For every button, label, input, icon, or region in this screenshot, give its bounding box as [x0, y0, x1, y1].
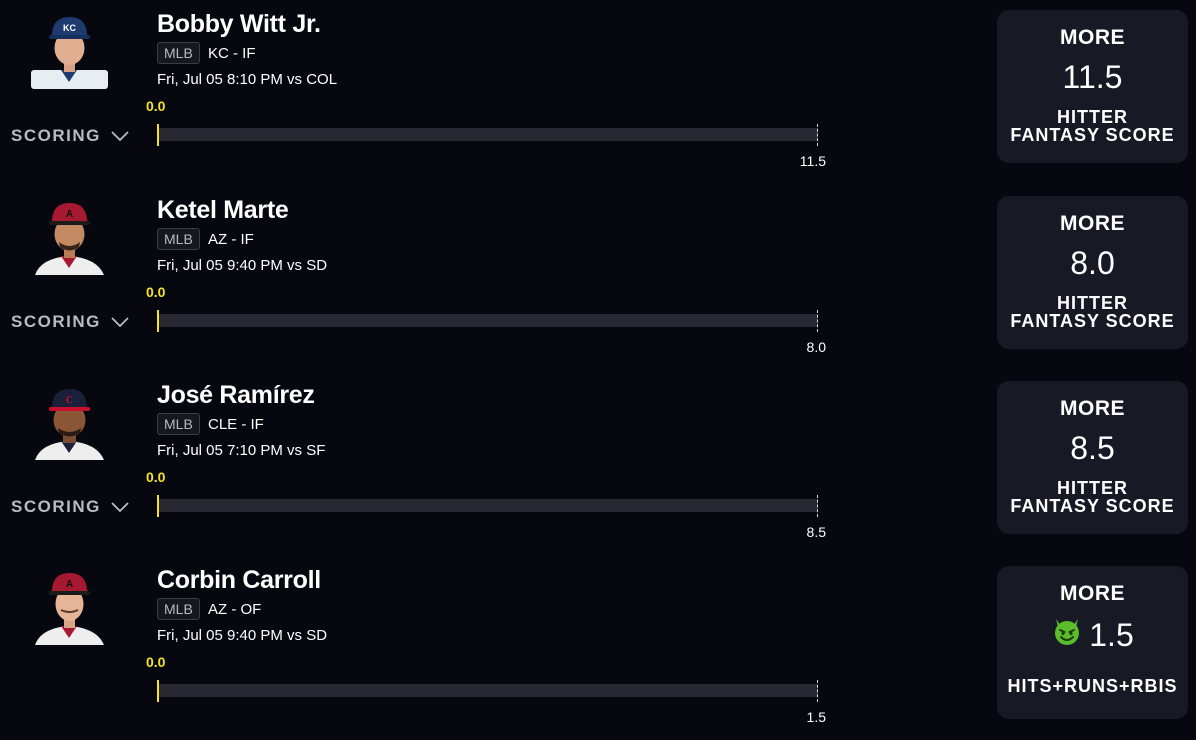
chevron-down-icon: [111, 498, 129, 518]
pick-line-wrap: 8.5: [997, 430, 1188, 467]
stat-line-2: FANTASY SCORE: [1010, 311, 1175, 331]
target-line-marker: [817, 310, 818, 332]
scoring-toggle[interactable]: SCORING: [11, 497, 129, 518]
team-position: AZ - IF: [208, 231, 254, 248]
current-score: 0.0: [146, 469, 166, 485]
pick-line: 11.5: [1062, 59, 1123, 95]
player-headshot: C: [31, 383, 108, 460]
game-time: Fri, Jul 05 9:40 PM vs SD: [157, 627, 328, 644]
league-badge: MLB: [157, 42, 200, 64]
player-name[interactable]: Corbin Carroll: [157, 566, 321, 595]
pick-line: 8.0: [1070, 245, 1115, 281]
progress-start-marker: [157, 124, 159, 146]
league-badge: MLB: [157, 228, 200, 250]
stat-line-1: HITS+RUNS+RBIS: [1007, 676, 1178, 696]
pick-stat-type: HITTER FANTASY SCORE: [997, 479, 1188, 515]
svg-text:C: C: [66, 395, 73, 406]
stat-line-2: FANTASY SCORE: [1010, 125, 1175, 145]
team-position: KC - IF: [208, 45, 256, 62]
current-score: 0.0: [146, 654, 166, 670]
pick-stat-type: HITTER FANTASY SCORE: [997, 294, 1188, 330]
stat-line-1: HITTER: [1057, 107, 1128, 127]
player-headshot: A: [31, 568, 108, 645]
svg-text:KC: KC: [63, 23, 76, 33]
current-score: 0.0: [146, 284, 166, 300]
player-name[interactable]: Bobby Witt Jr.: [157, 10, 321, 39]
progress-start-marker: [157, 495, 159, 517]
stat-line-1: HITTER: [1057, 478, 1128, 498]
pick-direction: MORE: [1060, 212, 1125, 235]
target-line-marker: [817, 680, 818, 702]
progress-start-marker: [157, 310, 159, 332]
game-time: Fri, Jul 05 9:40 PM vs SD: [157, 257, 328, 274]
scoring-toggle[interactable]: SCORING: [11, 312, 129, 333]
player-row: KC Bobby Witt Jr. MLB KC - IF Fri, Jul 0…: [0, 0, 1196, 185]
team-position: CLE - IF: [208, 416, 264, 433]
progress-start-marker: [157, 680, 159, 702]
league-badge: MLB: [157, 413, 200, 435]
target-line-marker: [817, 124, 818, 146]
target-value: 1.5: [806, 709, 826, 725]
target-value: 8.5: [806, 524, 826, 540]
pick-line-wrap: 11.5: [997, 59, 1188, 96]
game-time: Fri, Jul 05 8:10 PM vs COL: [157, 71, 338, 88]
pick-stat-type: HITS+RUNS+RBIS: [997, 677, 1188, 695]
scoring-toggle[interactable]: SCORING: [11, 126, 129, 147]
target-line-marker: [817, 495, 818, 517]
scoring-label: SCORING: [11, 312, 101, 331]
stat-line-2: FANTASY SCORE: [1010, 496, 1175, 516]
pick-card[interactable]: MORE 1.5 HITS+RUNS+RBIS: [997, 566, 1188, 719]
chevron-down-icon: [111, 313, 129, 333]
game-time: Fri, Jul 05 7:10 PM vs SF: [157, 442, 326, 459]
demon-icon: [1051, 615, 1083, 655]
stat-line-1: HITTER: [1057, 293, 1128, 313]
pick-line: 1.5: [1089, 616, 1134, 653]
scoring-label: SCORING: [11, 126, 101, 145]
target-value: 8.0: [806, 339, 826, 355]
svg-text:A: A: [66, 579, 73, 590]
pick-direction: MORE: [1060, 397, 1125, 420]
player-row: C José Ramírez MLB CLE - IF Fri, Jul 05 …: [0, 371, 1196, 556]
pick-card[interactable]: MORE 11.5 HITTER FANTASY SCORE: [997, 10, 1188, 163]
svg-text:A: A: [66, 209, 73, 220]
league-badge: MLB: [157, 598, 200, 620]
projection-list: KC Bobby Witt Jr. MLB KC - IF Fri, Jul 0…: [0, 0, 1196, 740]
pick-line-wrap: 1.5: [997, 615, 1188, 655]
progress-track: [158, 128, 818, 141]
scoring-label: SCORING: [11, 497, 101, 516]
player-headshot: A: [31, 198, 108, 275]
pick-card[interactable]: MORE 8.5 HITTER FANTASY SCORE: [997, 381, 1188, 534]
current-score: 0.0: [146, 98, 166, 114]
player-row: A Corbin Carroll MLB AZ - OF Fri, Jul 05…: [0, 556, 1196, 740]
team-position: AZ - OF: [208, 601, 262, 618]
pick-direction: MORE: [1060, 26, 1125, 49]
progress-track: [158, 314, 818, 327]
player-row: A Ketel Marte MLB AZ - IF Fri, Jul 05 9:…: [0, 186, 1196, 371]
pick-card[interactable]: MORE 8.0 HITTER FANTASY SCORE: [997, 196, 1188, 349]
pick-line-wrap: 8.0: [997, 245, 1188, 282]
pick-line: 8.5: [1070, 430, 1115, 466]
target-value: 11.5: [799, 153, 826, 169]
player-name[interactable]: José Ramírez: [157, 381, 315, 410]
chevron-down-icon: [111, 127, 129, 147]
progress-track: [158, 499, 818, 512]
player-headshot: KC: [31, 12, 108, 89]
pick-direction: MORE: [1060, 582, 1125, 605]
player-name[interactable]: Ketel Marte: [157, 196, 289, 225]
progress-track: [158, 684, 818, 697]
pick-stat-type: HITTER FANTASY SCORE: [997, 108, 1188, 144]
